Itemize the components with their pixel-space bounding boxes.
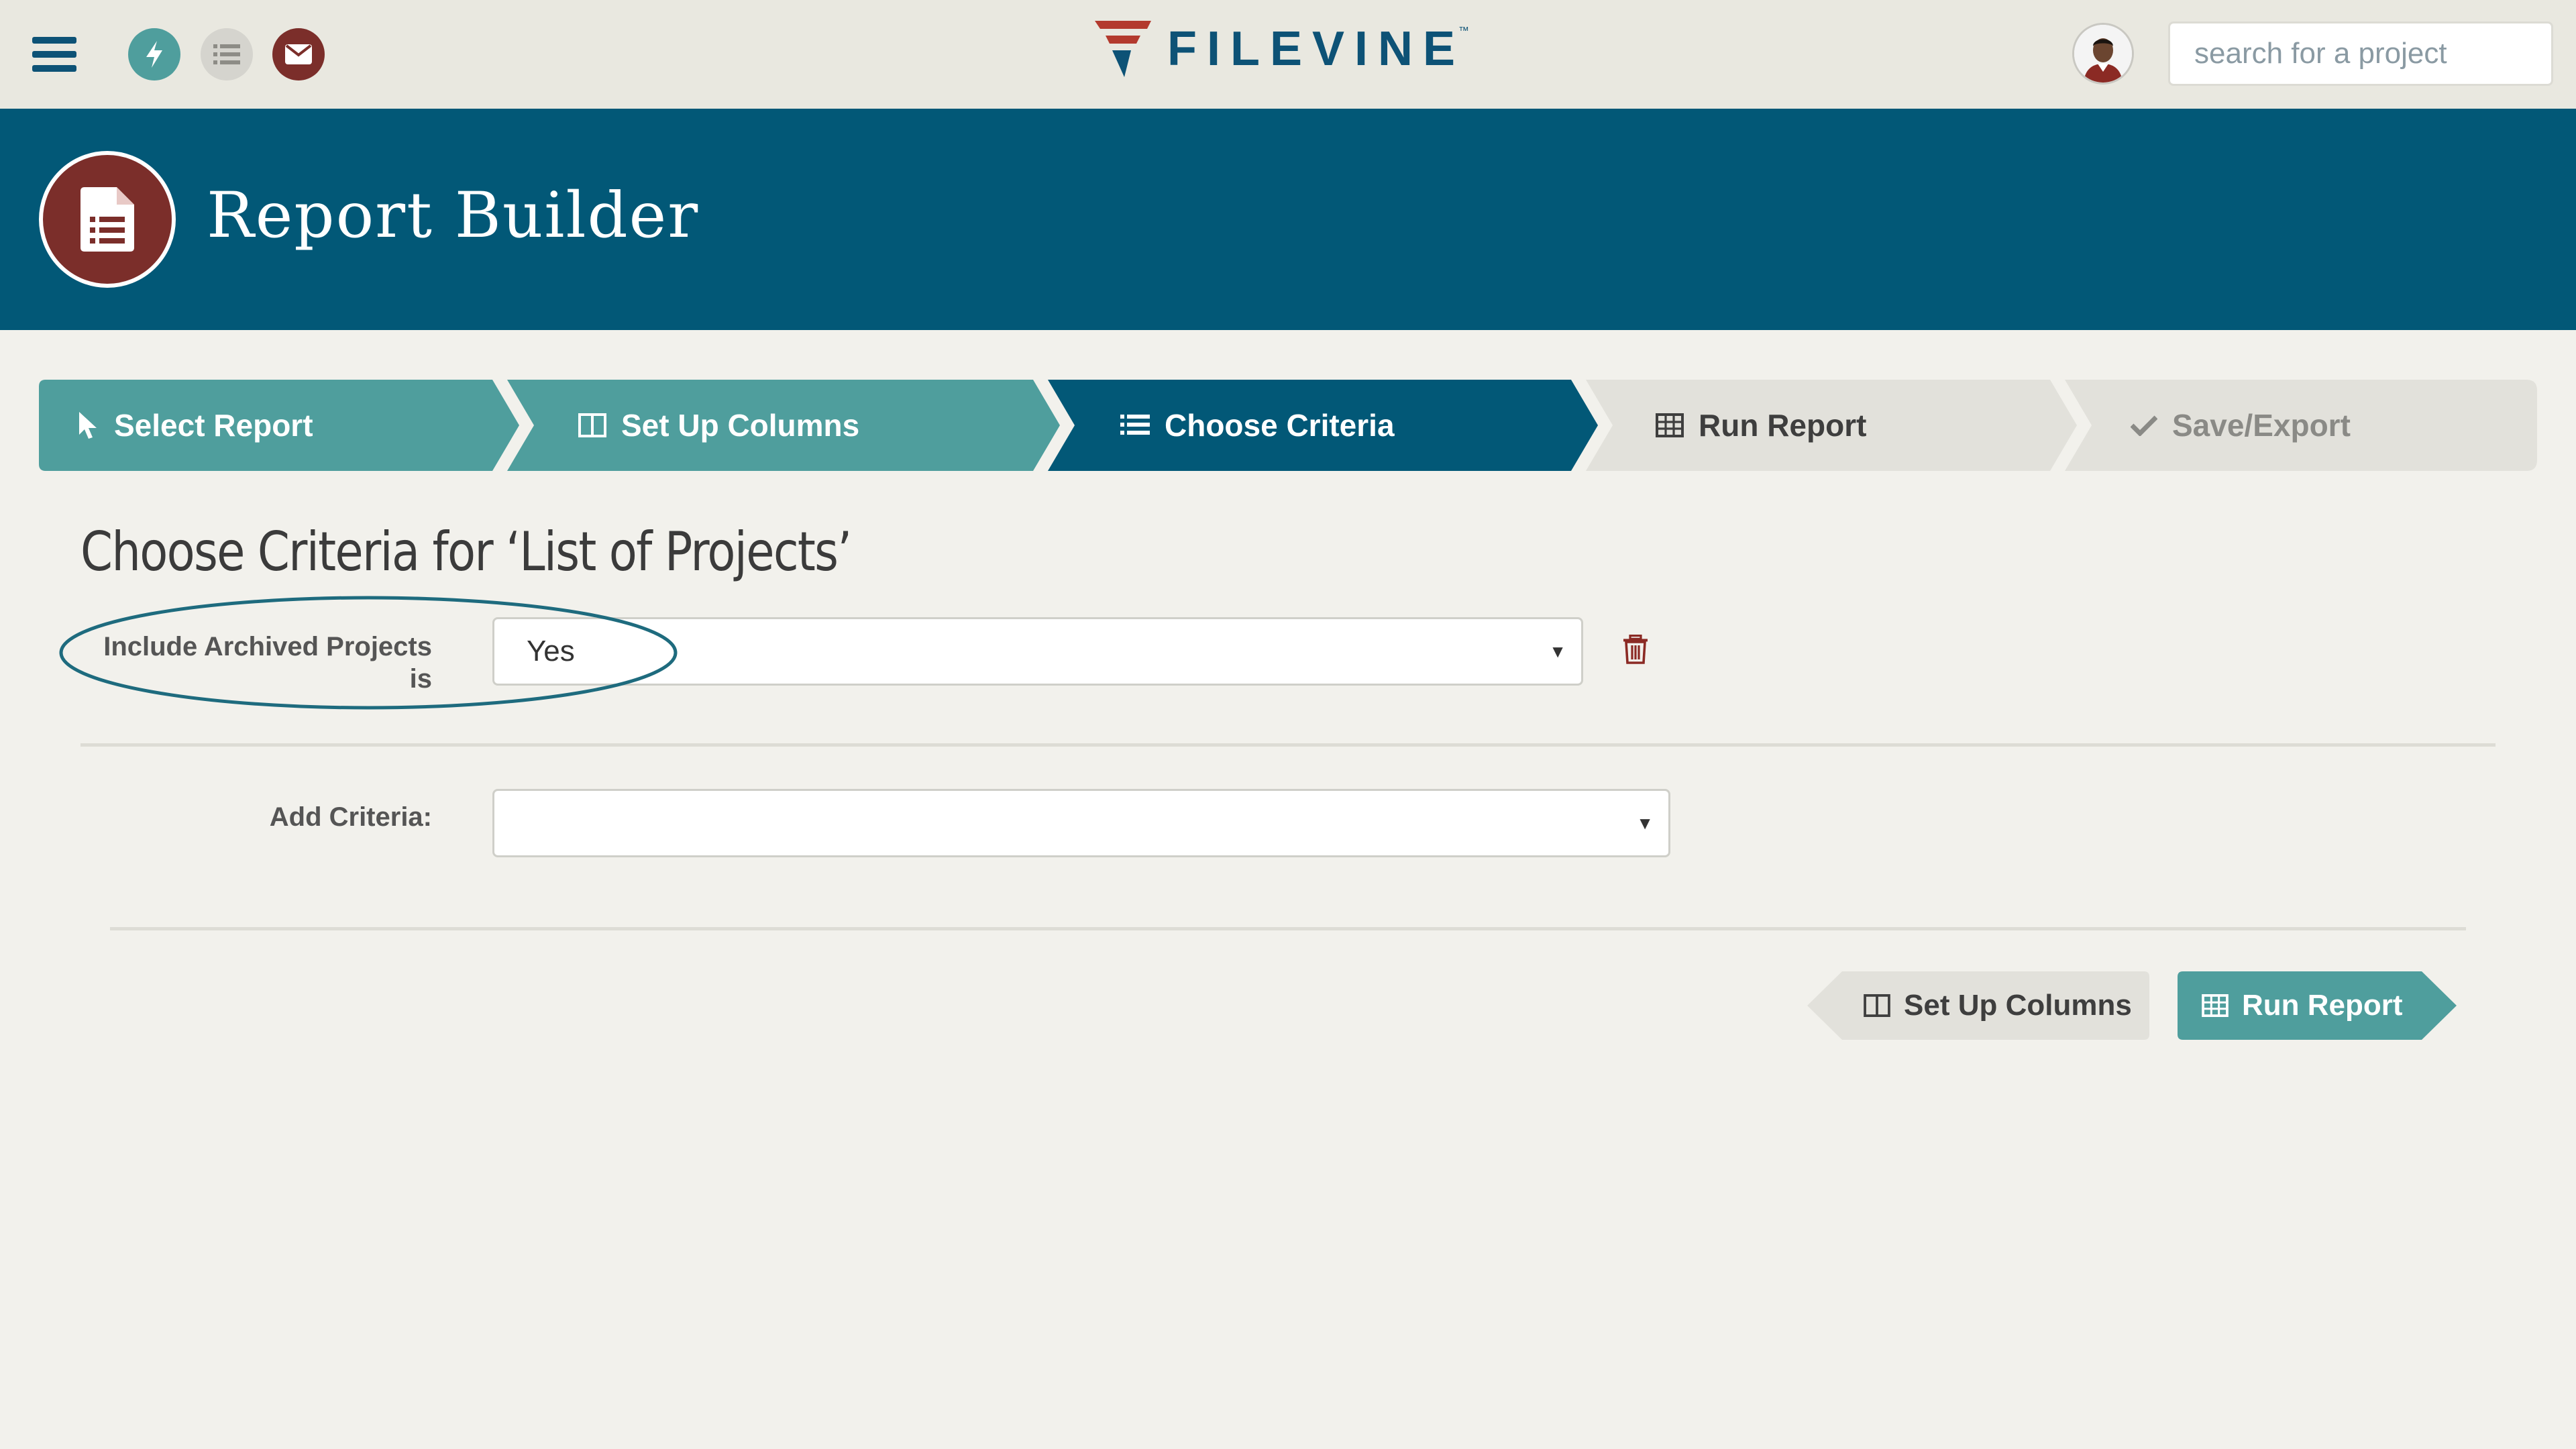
cursor-icon	[79, 412, 97, 439]
step-set-up-columns[interactable]: Set Up Columns	[578, 380, 859, 471]
divider	[110, 927, 2466, 930]
chevron-down-icon: ▼	[1636, 812, 1654, 833]
wizard-steps: Select Report Set Up Columns Choose Crit…	[39, 380, 2537, 471]
step-choose-criteria[interactable]: Choose Criteria	[1120, 380, 1395, 471]
step-label: Select Report	[114, 408, 313, 443]
add-criteria-label: Add Criteria:	[269, 802, 432, 832]
avatar[interactable]	[2072, 23, 2134, 85]
search-input[interactable]	[2168, 21, 2553, 86]
criteria-title: Choose Criteria for ‘List of Projects’	[80, 521, 852, 583]
brand-trademark: ™	[1458, 25, 1470, 37]
mail-icon[interactable]	[272, 28, 325, 80]
prev-button-label: Set Up Columns	[1904, 989, 2132, 1022]
page-title: Report Builder	[207, 179, 700, 252]
criteria-value-select[interactable]: Yes ▼	[492, 617, 1583, 686]
page-header: Report Builder	[0, 109, 2576, 330]
criteria-value: Yes	[527, 635, 575, 667]
table-icon	[1656, 413, 1684, 437]
bolt-icon[interactable]	[128, 28, 180, 80]
step-label: Set Up Columns	[621, 408, 860, 443]
divider	[80, 743, 2496, 747]
chevron-down-icon: ▼	[1549, 641, 1566, 661]
trash-icon[interactable]	[1622, 635, 1649, 664]
columns-icon	[1864, 994, 1890, 1017]
top-bar: FILEVINE ™	[0, 0, 2576, 109]
criteria-label: Include Archived Projects is	[103, 632, 432, 694]
next-button-label: Run Report	[2242, 989, 2403, 1022]
menu-icon[interactable]	[32, 37, 76, 72]
columns-icon	[578, 413, 606, 437]
step-label: Save/Export	[2172, 408, 2351, 443]
step-label: Run Report	[1699, 408, 1867, 443]
list-icon[interactable]	[201, 28, 253, 80]
step-run-report[interactable]: Run Report	[1656, 380, 1866, 471]
filevine-logo: FILEVINE ™	[1095, 19, 1469, 79]
add-criteria-select[interactable]: ▼	[492, 789, 1670, 857]
prev-set-up-columns-button[interactable]: Set Up Columns	[1807, 971, 2149, 1040]
list-icon	[1120, 415, 1150, 435]
brand-name: FILEVINE	[1167, 22, 1466, 76]
step-save-export[interactable]: Save/Export	[2131, 380, 2351, 471]
report-document-icon	[39, 151, 176, 288]
step-label: Choose Criteria	[1165, 408, 1395, 443]
step-select-report[interactable]: Select Report	[78, 380, 313, 471]
table-icon	[2202, 994, 2229, 1017]
check-icon	[2131, 415, 2157, 436]
next-run-report-button[interactable]: Run Report	[2178, 971, 2457, 1040]
filevine-logo-icon	[1095, 21, 1151, 77]
